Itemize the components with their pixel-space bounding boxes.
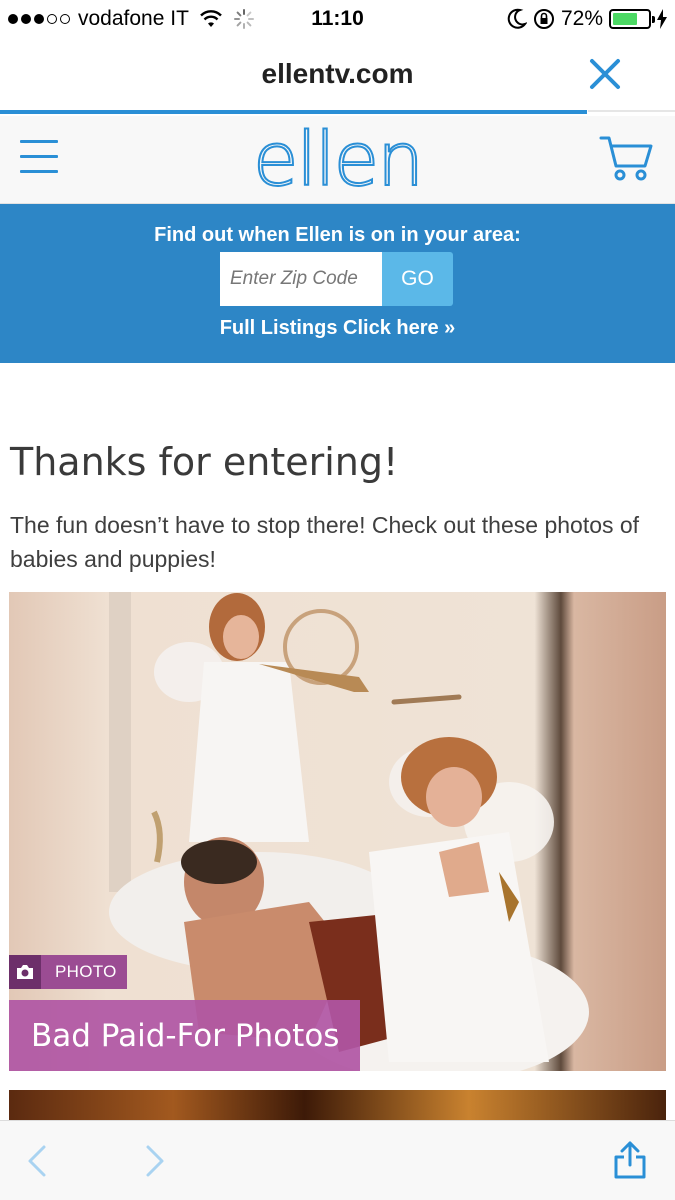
browser-toolbar [0,1120,675,1200]
status-right: 72% [507,6,667,32]
camera-icon [9,955,41,989]
photo-title-banner[interactable]: Bad Paid-For Photos [9,1000,360,1071]
ellen-logo[interactable]: ellen [0,117,675,203]
battery-cap [652,16,655,23]
photo-tag: PHOTO [9,955,127,989]
page-title: Thanks for entering! [10,440,399,484]
status-bar: vodafone IT 11:10 72% [0,0,675,38]
page-load-progress-bar [0,110,587,114]
browser-address-bar: ellentv.com [0,38,675,112]
close-icon[interactable] [587,56,623,92]
zip-banner: Find out when Ellen is on in your area: … [0,204,675,363]
zip-banner-title: Find out when Ellen is on in your area: [154,224,521,246]
cart-icon[interactable] [599,134,655,184]
share-icon[interactable] [613,1141,647,1179]
photo-title: Bad Paid-For Photos [31,1017,340,1054]
go-button[interactable]: GO [382,252,453,306]
battery-percent: 72% [560,7,603,30]
next-photo-card[interactable] [9,1090,666,1122]
url-display[interactable]: ellentv.com [0,58,675,90]
chevron-left-icon[interactable] [24,1143,50,1179]
photo-card[interactable]: PHOTO Bad Paid-For Photos [9,592,666,1071]
site-header: ellen [0,116,675,204]
logo-text: ellen [252,117,425,203]
photo-tag-label: PHOTO [55,962,117,981]
page-subtext: The fun doesn’t have to stop there! Chec… [10,512,640,572]
zip-form: GO [220,252,453,306]
full-listings-link[interactable]: Full Listings Click here » [0,317,675,340]
zip-code-input[interactable] [220,252,382,306]
page-load-progress-track [588,110,675,112]
moon-icon [507,8,527,29]
battery-icon [609,9,655,29]
chevron-right-icon[interactable] [142,1143,168,1179]
rotation-lock-icon [533,9,554,29]
battery-level-fill [613,13,638,25]
charging-bolt-icon [657,9,667,29]
